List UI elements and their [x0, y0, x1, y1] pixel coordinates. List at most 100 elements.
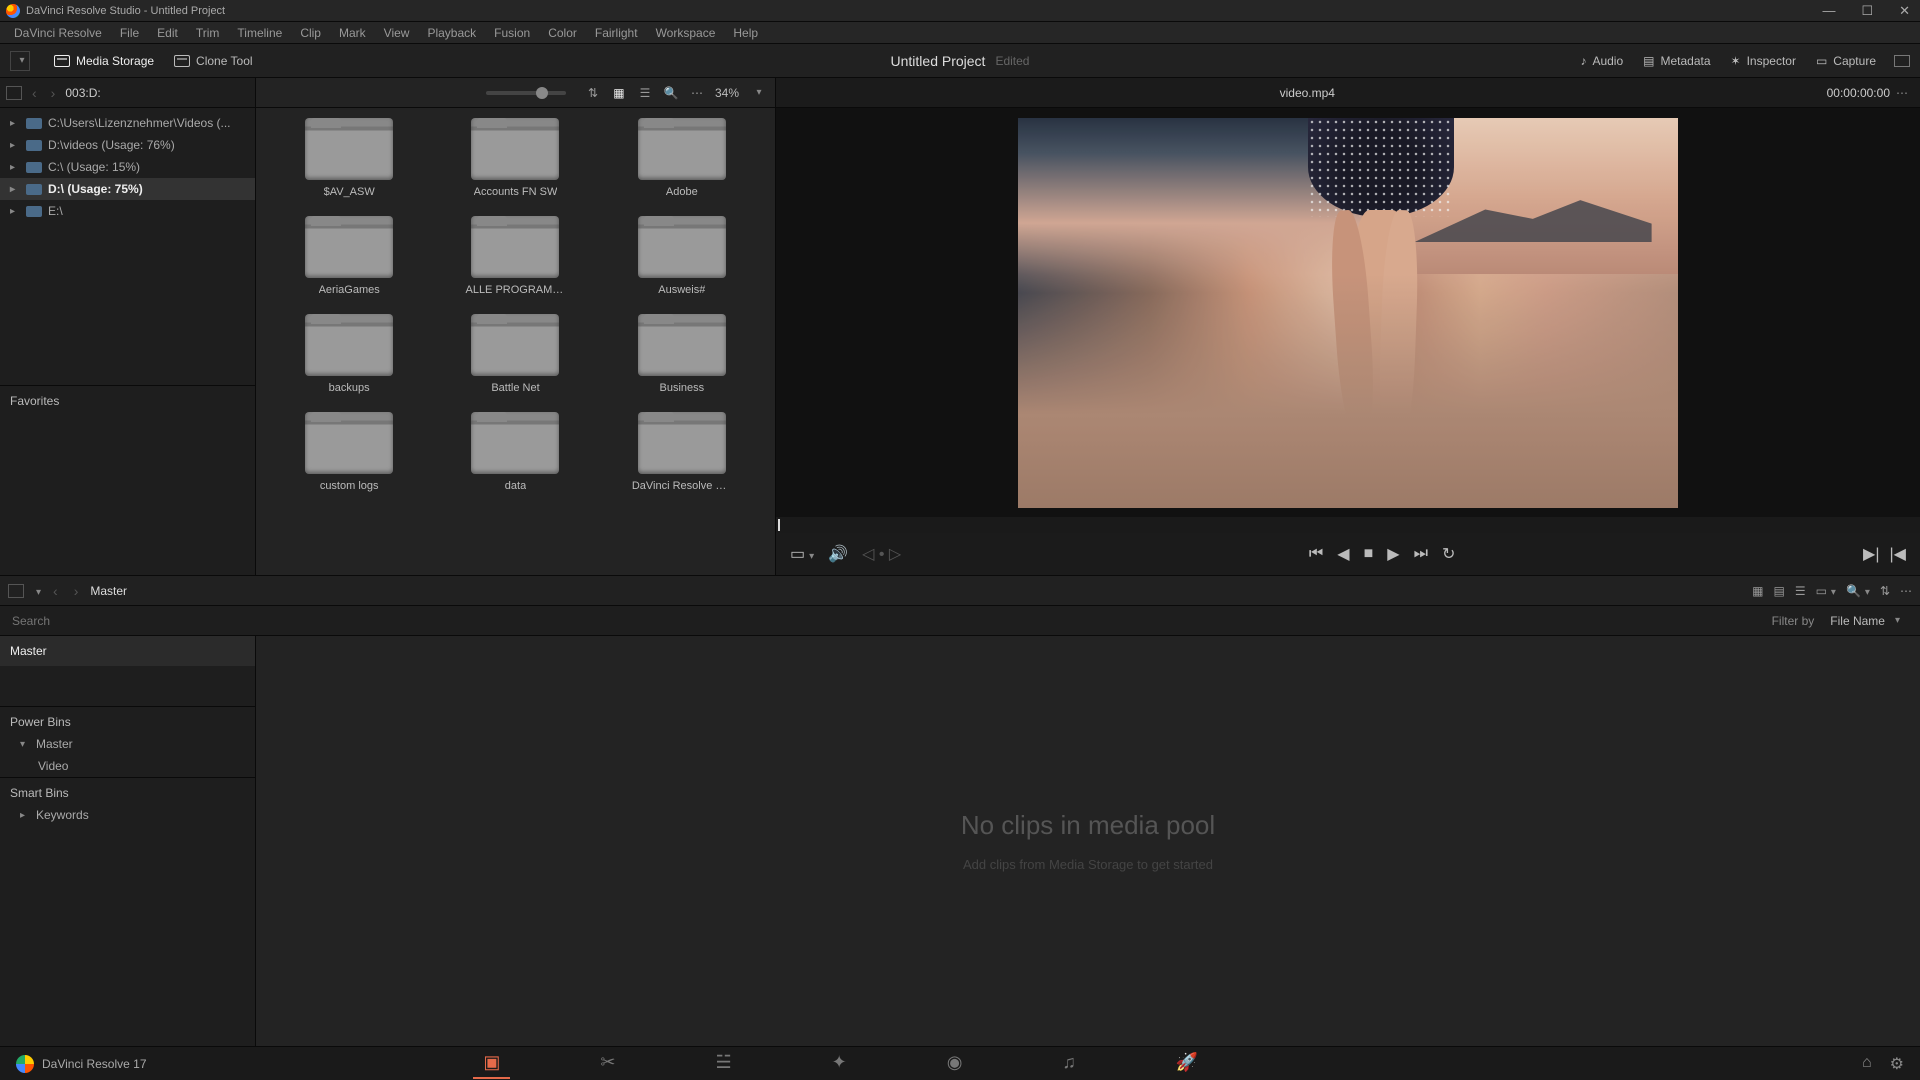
menu-edit[interactable]: Edit — [149, 24, 186, 42]
folder-item[interactable]: $AV_ASW — [276, 118, 422, 198]
folder-item[interactable]: AeriaGames — [276, 216, 422, 296]
page-fusion[interactable]: ✦ — [822, 1048, 857, 1079]
search-input[interactable] — [12, 614, 1762, 628]
stop-button[interactable]: ■ — [1364, 545, 1374, 563]
menu-davinci[interactable]: DaVinci Resolve — [6, 24, 110, 42]
bin-row-keywords[interactable]: ▸Keywords — [0, 804, 255, 826]
pool-layout-dropdown[interactable] — [32, 584, 41, 598]
more-options-button[interactable]: ⋯ — [689, 86, 705, 100]
menu-clip[interactable]: Clip — [292, 24, 329, 42]
pool-strip-view-button[interactable]: ▤ — [1773, 584, 1784, 598]
menu-trim[interactable]: Trim — [188, 24, 228, 42]
media-storage-toggle[interactable]: Media Storage — [44, 50, 164, 72]
metadata-panel-toggle[interactable]: ▤ Metadata — [1633, 50, 1720, 72]
layout-dropdown[interactable] — [10, 51, 30, 71]
menu-timeline[interactable]: Timeline — [229, 24, 290, 42]
pool-more-button[interactable]: ⋯ — [1900, 584, 1912, 598]
pool-nav-forward[interactable]: › — [70, 583, 83, 599]
pool-thumbnail-view-button[interactable]: ▦ — [1752, 584, 1763, 598]
bin-row-video[interactable]: Video — [0, 755, 255, 777]
folder-item[interactable]: data — [442, 412, 588, 492]
play-button[interactable]: ▶ — [1387, 544, 1399, 564]
page-fairlight[interactable]: ♫ — [1052, 1048, 1086, 1079]
drive-row[interactable]: ▸E:\ — [0, 200, 255, 222]
pool-sidebar-toggle[interactable] — [8, 584, 24, 598]
page-color[interactable]: ◉ — [937, 1048, 973, 1079]
folder-item[interactable]: custom logs — [276, 412, 422, 492]
menu-workspace[interactable]: Workspace — [648, 24, 724, 42]
out-point-button[interactable]: |◀ — [1890, 544, 1906, 564]
menu-file[interactable]: File — [112, 24, 147, 42]
folder-item[interactable]: DaVinci Resolve Wor... — [609, 412, 755, 492]
folder-item[interactable]: Business — [609, 314, 755, 394]
drive-row[interactable]: ▸D:\ (Usage: 75%) — [0, 178, 255, 200]
marker-prev-button[interactable]: ◁ • ▷ — [862, 544, 901, 564]
filter-select[interactable]: File Name — [1822, 612, 1908, 630]
menu-color[interactable]: Color — [540, 24, 585, 42]
drive-row[interactable]: ▸D:\videos (Usage: 76%) — [0, 134, 255, 156]
menu-help[interactable]: Help — [725, 24, 766, 42]
pool-view-options[interactable]: ▭ — [1816, 584, 1836, 598]
maximize-button[interactable]: ☐ — [1857, 3, 1877, 19]
capture-panel-toggle[interactable]: ▭ Capture — [1806, 50, 1886, 72]
drive-row[interactable]: ▸C:\ (Usage: 15%) — [0, 156, 255, 178]
page-edit[interactable]: ☱ — [705, 1048, 741, 1079]
search-button[interactable]: 🔍 — [663, 86, 679, 100]
menu-playback[interactable]: Playback — [419, 24, 484, 42]
folder-item[interactable]: Accounts FN SW — [442, 118, 588, 198]
media-pool-area: Master Power Bins ▾Master Video Smart Bi… — [0, 636, 1920, 1046]
thumbnail-size-slider[interactable] — [486, 91, 566, 95]
folder-item[interactable]: backups — [276, 314, 422, 394]
in-point-button[interactable]: ▶| — [1863, 544, 1879, 564]
menu-bar: DaVinci Resolve File Edit Trim Timeline … — [0, 22, 1920, 44]
bin-master[interactable]: Master — [0, 636, 255, 666]
nav-forward-button[interactable]: › — [47, 85, 60, 101]
drive-row[interactable]: ▸C:\Users\Lizenznehmer\Videos (... — [0, 112, 255, 134]
favorites-area — [0, 226, 255, 385]
menu-mark[interactable]: Mark — [331, 24, 374, 42]
mute-button[interactable]: 🔊 — [828, 544, 848, 564]
minimize-button[interactable]: — — [1818, 3, 1839, 19]
playhead[interactable] — [778, 519, 780, 531]
go-start-button[interactable]: ⏮ — [1309, 545, 1323, 563]
viewer-canvas[interactable] — [776, 108, 1920, 517]
folder-item[interactable]: Ausweis# — [609, 216, 755, 296]
menu-view[interactable]: View — [376, 24, 418, 42]
go-end-button[interactable]: ⏭ — [1414, 545, 1428, 563]
pool-sort-button[interactable]: ⇅ — [1880, 584, 1890, 598]
media-pool-empty[interactable]: No clips in media pool Add clips from Me… — [256, 636, 1920, 1046]
clone-tool-toggle[interactable]: Clone Tool — [164, 50, 262, 72]
loop-button[interactable]: ↻ — [1442, 544, 1455, 564]
settings-button[interactable]: ⚙ — [1890, 1054, 1904, 1074]
nav-back-button[interactable]: ‹ — [28, 85, 41, 101]
sort-button[interactable]: ⇅ — [585, 86, 601, 100]
step-back-button[interactable]: ◀ — [1337, 544, 1349, 564]
list-view-button[interactable]: ☰ — [637, 86, 653, 100]
menu-fairlight[interactable]: Fairlight — [587, 24, 646, 42]
zoom-dropdown[interactable] — [749, 86, 765, 100]
pool-list-view-button[interactable]: ☰ — [1795, 584, 1806, 598]
home-button[interactable]: ⌂ — [1862, 1054, 1872, 1074]
folder-item[interactable]: Adobe — [609, 118, 755, 198]
sidebar-toggle-icon[interactable] — [6, 86, 22, 100]
viewer-options-button[interactable]: ⋯ — [1896, 86, 1908, 100]
close-button[interactable]: ✕ — [1895, 3, 1914, 19]
audio-panel-toggle[interactable]: ♪ Audio — [1570, 50, 1633, 72]
menu-fusion[interactable]: Fusion — [486, 24, 538, 42]
pool-search-button[interactable]: 🔍 — [1846, 584, 1870, 598]
pool-nav-back[interactable]: ‹ — [49, 583, 62, 599]
folder-item[interactable]: ALLE PROGRAMME — [442, 216, 588, 296]
folder-grid[interactable]: $AV_ASW Accounts FN SW Adobe AeriaGames … — [256, 108, 775, 575]
viewer-scrubber[interactable] — [776, 517, 1920, 533]
bin-label: Video — [38, 759, 68, 773]
pool-breadcrumb[interactable]: Master — [90, 584, 127, 598]
page-cut[interactable]: ✂ — [590, 1048, 625, 1079]
page-media[interactable]: ▣ — [473, 1048, 510, 1079]
page-deliver[interactable]: 🚀 — [1166, 1048, 1208, 1079]
inspector-panel-toggle[interactable]: ✶ Inspector — [1721, 50, 1806, 72]
match-frame-button[interactable]: ▭ — [790, 544, 814, 564]
expand-button[interactable] — [1894, 55, 1910, 67]
folder-item[interactable]: Battle Net — [442, 314, 588, 394]
bin-row-master[interactable]: ▾Master — [0, 733, 255, 755]
grid-view-button[interactable]: ▦ — [611, 86, 627, 100]
